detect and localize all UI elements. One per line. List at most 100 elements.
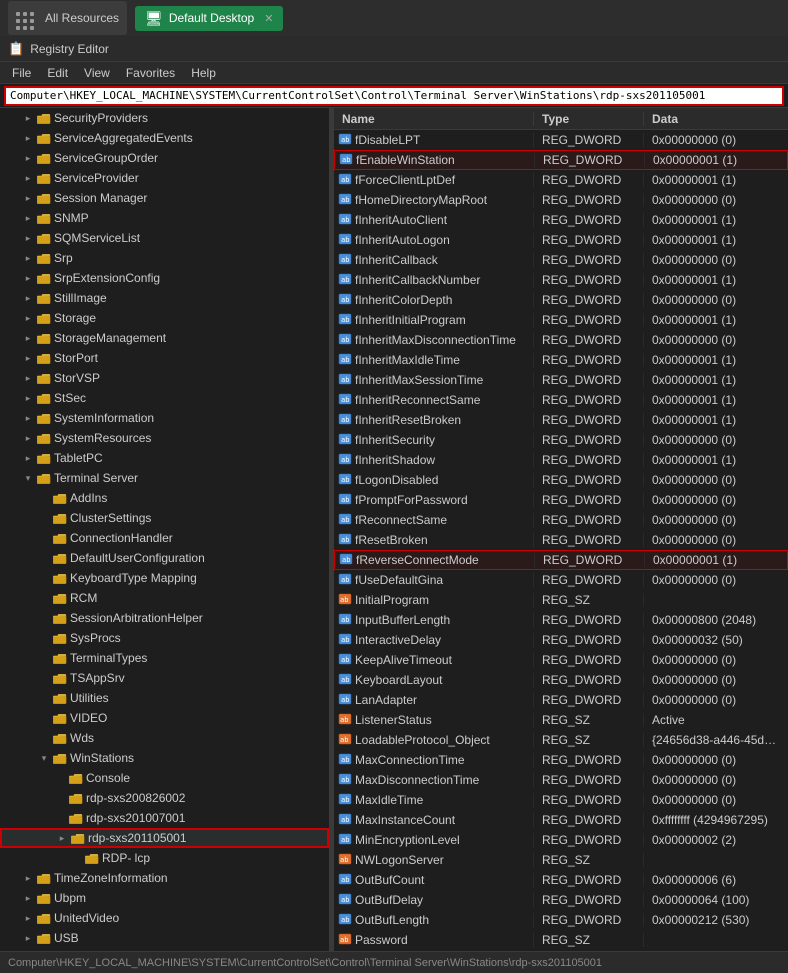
tree-item[interactable]: ▸ USB	[0, 928, 329, 948]
table-row[interactable]: ab fInheritInitialProgramREG_DWORD0x0000…	[334, 310, 788, 330]
tree-item[interactable]: ▸ StorVSP	[0, 368, 329, 388]
table-row[interactable]: ab InitialProgramREG_SZ	[334, 590, 788, 610]
tree-item[interactable]: ▸ Srp	[0, 248, 329, 268]
tree-item[interactable]: ▸ StorPort	[0, 348, 329, 368]
expander-icon[interactable]	[52, 770, 68, 786]
menu-view[interactable]: View	[76, 64, 118, 82]
table-row[interactable]: ab InteractiveDelayREG_DWORD0x00000032 (…	[334, 630, 788, 650]
table-row[interactable]: ab fInheritMaxIdleTimeREG_DWORD0x0000000…	[334, 350, 788, 370]
expander-icon[interactable]: ▸	[20, 130, 36, 146]
tree-item[interactable]: ▸ StillImage	[0, 288, 329, 308]
expander-icon[interactable]: ▸	[20, 390, 36, 406]
expander-icon[interactable]	[36, 670, 52, 686]
table-row[interactable]: ab MaxInstanceCountREG_DWORD0xffffffff (…	[334, 810, 788, 830]
table-row[interactable]: ab MaxIdleTimeREG_DWORD0x00000000 (0)	[334, 790, 788, 810]
tree-panel[interactable]: ▸ SecurityProviders▸ ServiceAggregatedEv…	[0, 108, 330, 951]
table-row[interactable]: ab fInheritMaxDisconnectionTimeREG_DWORD…	[334, 330, 788, 350]
table-row[interactable]: ab fReconnectSameREG_DWORD0x00000000 (0)	[334, 510, 788, 530]
expander-icon[interactable]: ▸	[20, 290, 36, 306]
table-row[interactable]: ab fReverseConnectModeREG_DWORD0x0000000…	[334, 550, 788, 570]
tree-item[interactable]: ▸ UnitedVideo	[0, 908, 329, 928]
table-row[interactable]: ab InputBufferLengthREG_DWORD0x00000800 …	[334, 610, 788, 630]
expander-icon[interactable]	[36, 590, 52, 606]
table-row[interactable]: ab NWLogonServerREG_SZ	[334, 850, 788, 870]
expander-icon[interactable]	[36, 510, 52, 526]
tree-item[interactable]: AddIns	[0, 488, 329, 508]
tree-item[interactable]: ▸ SecurityProviders	[0, 108, 329, 128]
expander-icon[interactable]: ▾	[36, 750, 52, 766]
expander-icon[interactable]: ▸	[20, 370, 36, 386]
table-row[interactable]: ab KeepAliveTimeoutREG_DWORD0x00000000 (…	[334, 650, 788, 670]
table-row[interactable]: ab fInheritCallbackREG_DWORD0x00000000 (…	[334, 250, 788, 270]
menu-favorites[interactable]: Favorites	[118, 64, 183, 82]
table-row[interactable]: ab fInheritCallbackNumberREG_DWORD0x0000…	[334, 270, 788, 290]
table-row[interactable]: ab LoadableProtocol_ObjectREG_SZ{24656d3…	[334, 730, 788, 750]
expander-icon[interactable]: ▸	[20, 430, 36, 446]
expander-icon[interactable]: ▸	[20, 330, 36, 346]
table-row[interactable]: ab fInheritShadowREG_DWORD0x00000001 (1)	[334, 450, 788, 470]
expander-icon[interactable]: ▸	[20, 250, 36, 266]
tree-item[interactable]: ▸ ServiceProvider	[0, 168, 329, 188]
expander-icon[interactable]	[36, 610, 52, 626]
tree-item[interactable]: ▸ rdp-sxs201105001	[0, 828, 329, 848]
expander-icon[interactable]: ▸	[20, 930, 36, 946]
expander-icon[interactable]: ▾	[20, 470, 36, 486]
table-row[interactable]: ab fUseDefaultGinaREG_DWORD0x00000000 (0…	[334, 570, 788, 590]
table-row[interactable]: ab MaxConnectionTimeREG_DWORD0x00000000 …	[334, 750, 788, 770]
table-row[interactable]: ab MinEncryptionLevelREG_DWORD0x00000002…	[334, 830, 788, 850]
expander-icon[interactable]	[36, 570, 52, 586]
expander-icon[interactable]: ▸	[20, 210, 36, 226]
tree-item[interactable]: ▸ usbflags	[0, 948, 329, 951]
tree-item[interactable]: VIDEO	[0, 708, 329, 728]
tree-item[interactable]: ▸ TabletPC	[0, 448, 329, 468]
table-row[interactable]: ab KeyboardLayoutREG_DWORD0x00000000 (0)	[334, 670, 788, 690]
table-row[interactable]: ab fPromptForPasswordREG_DWORD0x00000000…	[334, 490, 788, 510]
table-row[interactable]: ab ListenerStatusREG_SZActive	[334, 710, 788, 730]
tree-item[interactable]: TSAppSrv	[0, 668, 329, 688]
expander-icon[interactable]: ▸	[20, 170, 36, 186]
tree-item[interactable]: RDP- lcp	[0, 848, 329, 868]
table-row[interactable]: ab LanAdapterREG_DWORD0x00000000 (0)	[334, 690, 788, 710]
table-row[interactable]: ab fInheritSecurityREG_DWORD0x00000000 (…	[334, 430, 788, 450]
tree-item[interactable]: rdp-sxs201007001	[0, 808, 329, 828]
expander-icon[interactable]: ▸	[54, 830, 70, 846]
expander-icon[interactable]	[52, 790, 68, 806]
expander-icon[interactable]: ▸	[20, 270, 36, 286]
tree-item[interactable]: ▸ Ubpm	[0, 888, 329, 908]
tree-item[interactable]: ▸ ServiceGroupOrder	[0, 148, 329, 168]
tree-item[interactable]: ▸ Session Manager	[0, 188, 329, 208]
expander-icon[interactable]: ▸	[20, 910, 36, 926]
table-row[interactable]: ab fHomeDirectoryMapRootREG_DWORD0x00000…	[334, 190, 788, 210]
expander-icon[interactable]: ▸	[20, 190, 36, 206]
address-input[interactable]	[4, 86, 784, 106]
tab-close-button[interactable]: ✕	[264, 12, 273, 25]
table-row[interactable]: ab fForceClientLptDefREG_DWORD0x00000001…	[334, 170, 788, 190]
expander-icon[interactable]	[36, 650, 52, 666]
tree-item[interactable]: Wds	[0, 728, 329, 748]
table-row[interactable]: ab fEnableWinStationREG_DWORD0x00000001 …	[334, 150, 788, 170]
tree-item[interactable]: TerminalTypes	[0, 648, 329, 668]
tree-item[interactable]: ▸ SNMP	[0, 208, 329, 228]
expander-icon[interactable]: ▸	[20, 870, 36, 886]
table-row[interactable]: ab fLogonDisabledREG_DWORD0x00000000 (0)	[334, 470, 788, 490]
expander-icon[interactable]: ▸	[20, 890, 36, 906]
expander-icon[interactable]	[36, 490, 52, 506]
table-row[interactable]: ab PasswordREG_SZ	[334, 930, 788, 950]
table-row[interactable]: ab fInheritAutoClientREG_DWORD0x00000001…	[334, 210, 788, 230]
expander-icon[interactable]: ▸	[20, 410, 36, 426]
tree-item[interactable]: ▸ Storage	[0, 308, 329, 328]
expander-icon[interactable]	[68, 850, 84, 866]
table-row[interactable]: ab OutBufCountREG_DWORD0x00000006 (6)	[334, 870, 788, 890]
tree-item[interactable]: ▸ SystemInformation	[0, 408, 329, 428]
expander-icon[interactable]: ▸	[20, 110, 36, 126]
tree-item[interactable]: KeyboardType Mapping	[0, 568, 329, 588]
expander-icon[interactable]	[36, 630, 52, 646]
table-row[interactable]: ab OutBufLengthREG_DWORD0x00000212 (530)	[334, 910, 788, 930]
tree-item[interactable]: ▸ SystemResources	[0, 428, 329, 448]
table-row[interactable]: ab fInheritAutoLogonREG_DWORD0x00000001 …	[334, 230, 788, 250]
tree-item[interactable]: ▾ WinStations	[0, 748, 329, 768]
tree-item[interactable]: DefaultUserConfiguration	[0, 548, 329, 568]
expander-icon[interactable]: ▸	[20, 230, 36, 246]
expander-icon[interactable]	[36, 690, 52, 706]
expander-icon[interactable]: ▸	[20, 950, 36, 951]
